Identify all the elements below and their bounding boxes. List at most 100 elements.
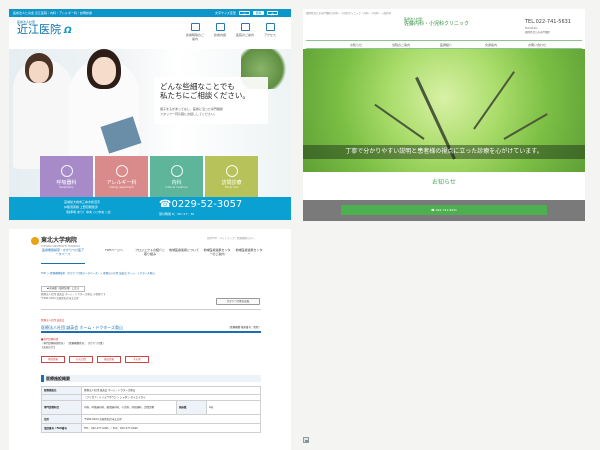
news-heading: お知らせ [432,179,456,186]
facility-id: 〔医療機関 検索番号：医院〕 [227,326,261,329]
tile-en: Respiratory [59,186,74,189]
nav-item-about[interactable]: 当院のご案内 [392,41,410,49]
seo-text: 福岡県北九州市戸畑区の内科・小児科クリニック｜内科・小児科・一般外科 [306,12,392,15]
nav-services[interactable]: 診療内容 [210,22,230,42]
tab-other[interactable]: その他 [125,356,149,363]
building-icon [240,23,250,31]
broken-image-icon [303,437,309,443]
hero-image: どんな些細なことでも 私たちにご相談ください。 親子まるがあってなし、医療に沿っ… [9,49,291,197]
phone-number[interactable]: ☎0229-52-3057 [159,199,242,211]
hero-line-2: 私たちにご相談ください。 [160,91,250,100]
breadcrumb[interactable]: TOP ＞ 医療機関検索（かかりつけ医データベース）＞ 医療法人社団 誠英会 ホ… [41,272,155,275]
logo-title: 佐藤内科・小児科クリニック [404,21,470,27]
table-cell: 医療施設名 [41,386,82,395]
tile-internal[interactable]: 内科 Internal medicine [150,156,203,197]
clock-icon [190,23,200,31]
table-row: 専門診療科目 内科、呼吸器内科、循環器内科、小児科、消化器科、訪問診療 病床数 … [41,400,261,415]
top-bar-text: 医療法人仁泉会 近江医院｜内科・アレルギー科・訪問診療 [13,11,92,15]
stethoscope-icon [225,165,238,177]
facility-title: 医療法人社団 誠英会 ホーム・ドクターズ奥山 〔医療機関 検索番号：医院〕 [41,324,261,333]
hero-sub-2: スタッフ一同気軽にお話ししてください。 [160,112,217,116]
clinic-site-omi-screenshot: 医療法人仁泉会 近江医院｜内科・アレルギー科・訪問診療 文字サイズ変更 小 標準… [9,9,291,220]
logo-title: 東北大学病院 [41,237,78,244]
call-button[interactable]: ☎ 022-741-5631 [341,205,547,215]
nav-about[interactable]: 医院のご案内 [235,22,255,42]
table-cell: 専門診療科目 [41,400,82,415]
nav-item-access[interactable]: 交通案内 [485,41,497,49]
info-text-1: 医療法人社団 誠英会 ホーム・ドクターズ奥山 の情報です [41,293,106,296]
facility-name: 医療法人社団 誠英会 ホーム・ドクターズ奥山 [41,325,124,330]
tile-respiratory[interactable]: 呼吸器科 Respiratory [40,156,93,197]
tile-allergy[interactable]: アレルギー科 Allergy department [95,156,148,197]
header-links[interactable]: 病院TOP｜サイトマップ｜医療機関の方へ [207,237,255,240]
main-nav: お知らせ 当院のご案内 医師紹介 交通案内 お問い合わせ [306,40,582,49]
logo-title: 近江医院 [17,23,61,36]
font-large-button[interactable]: 大 [267,11,278,16]
tab-home-visit[interactable]: 在宅訪問 [69,356,93,363]
nav-regional[interactable]: 地域医療連携について [169,248,199,264]
nav-access[interactable]: アクセス [260,22,280,42]
clinic-site-sato-screenshot: 福岡県北九州市戸畑区の内科・小児科クリニック｜内科・小児科・一般外科 医療法人社… [303,9,585,221]
table-cell: 医療法人社団 誠英会 ホーム・ドクターズ奥山 [81,386,261,395]
facility-table: 医療施設名 医療法人社団 誠英会 ホーム・ドクターズ奥山 〔フリガナ〕イリョウホ… [41,386,261,433]
footer-bar: 宮城県大崎市三本木新沼字 JR陸羽東線 上野目駅徒歩 （駐車場 あり）中央 ○○… [9,197,291,220]
nav-label: 医院のご案内 [235,33,254,37]
table-row: 住所 〒982-0024 宮城県仙台市太白区 [41,414,261,424]
nav-hours[interactable]: 診療時間のご案内 [185,22,205,42]
info-text-2: 〒982-0024 宮城県仙台市太白区 [41,297,79,300]
call-button-label: 022-741-5631 [435,208,457,212]
table-cell: TEL：022-277-0491 ／ FAX：022-277-0490 [81,423,261,433]
hero-sub-1: 親子まるがあってなし、医療に沿った専門相談 [160,107,223,111]
address: 福岡県北九州市戸畑区 [525,31,551,34]
notice-label: 【お知らせ】 [41,346,56,349]
specialty-info: 〔専門診療科目区分〕 〔医療機関区分 ：かかりつけ医〕 [41,342,106,345]
address-line-1: 宮城県大崎市三本木新沼字 [64,200,101,204]
nav-label: 診療時間のご案内 [185,33,204,41]
table-row: 電話番号 / FAX番号 TEL：022-277-0491 ／ FAX：022-… [41,423,261,433]
nav-project[interactable]: プロジェクトの紹介と取り組み [135,248,165,264]
add-favorite-button[interactable]: かかりつけ医を追加 [216,298,260,305]
reception-hours: 受付時間 8：30〜17：30 [159,212,195,216]
contact-bar: ☎ 022-741-5631 [303,200,585,221]
nav-label: 診療内容 [213,33,226,37]
font-standard-button[interactable]: 標準 [253,11,264,15]
tab-area[interactable]: 地域情報 [41,356,65,363]
nav-center[interactable]: 地域医療連携センター [235,248,263,264]
nav-item-doctor[interactable]: 医師紹介 [440,41,452,49]
section-heading: 医療施設概要 [41,375,261,382]
logo-mark: Ω [64,26,72,36]
top-bar: 医療法人仁泉会 近江医院｜内科・アレルギー科・訪問診療 文字サイズ変更 小 標準… [9,9,291,17]
site-logo[interactable]: 医療法人社団 佐藤内科・小児科クリニック [404,17,469,27]
nav-item-news[interactable]: お知らせ [350,41,362,49]
font-size-label: 文字サイズ変更 [215,11,236,15]
table-cell: 電話番号 / FAX番号 [41,423,82,433]
tile-en: Internal medicine [165,186,188,189]
table-cell: 0床 [206,400,261,415]
nav-label: アクセス [264,33,276,37]
allergy-icon [115,165,128,177]
hospital-database-screenshot: 東北大学病院 TOHOKU UNIVERSITY HOSPITAL 病院TOP｜… [9,229,291,450]
clipboard-icon [215,23,225,31]
logo-mark-icon [31,237,39,245]
back-button[interactable]: ◀ 前画面（検索結果）に戻る [41,286,85,292]
nav-center-guide[interactable]: 地域医療連携センターのご案内 [203,248,231,264]
hero-message: 丁寧で分かりやすい説明と患者様の視点に立った診療を心がけています。 [303,145,585,159]
hero-message: どんな些細なことでも 私たちにご相談ください。 親子まるがあってなし、医療に沿っ… [154,77,268,124]
tab-facility[interactable]: 施設情報 [97,356,121,363]
table-cell: 病床数 [176,400,207,415]
font-small-button[interactable]: 小 [239,11,250,16]
address-line-2: JR陸羽東線 上野目駅徒歩 [64,205,98,209]
divider [41,309,261,310]
tile-homecare[interactable]: 訪問診療 Home care [205,156,258,197]
hero-line-1: どんな些細なことでも [160,82,235,91]
phone-number[interactable]: TEL.022-741-5631 [525,19,571,25]
tile-en: Home care [224,186,239,189]
table-row: 医療施設名 医療法人社団 誠英会 ホーム・ドクターズ奥山 [41,386,261,395]
address-line-3: （駐車場 あり）中央 ○○中央 ○台 [64,210,111,214]
table-cell: 〒982-0024 宮城県仙台市太白区 [81,414,261,424]
car-icon [265,23,275,31]
facility-category: 医療法人社団 誠英会 [41,319,65,322]
nav-item-contact[interactable]: お問い合わせ [528,41,546,49]
nav-top[interactable]: TOPページへ [99,248,129,264]
nav-database[interactable]: 医療機関検索・かかりつけ医データベース [41,248,85,264]
